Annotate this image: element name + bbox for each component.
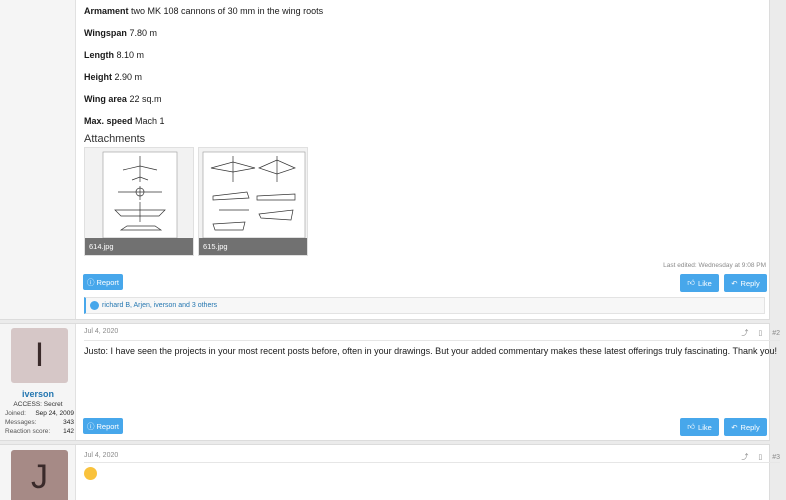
post-date[interactable]: Jul 4, 2020 bbox=[84, 452, 118, 459]
divider bbox=[84, 462, 780, 463]
bookmark-icon[interactable]: ▯ bbox=[758, 329, 762, 337]
attachment-thumb-614[interactable]: 614.jpg bbox=[84, 147, 194, 256]
stat-messages: Messages: 343 bbox=[5, 419, 74, 426]
stat-joined: Joined: Sep 24, 2009 bbox=[5, 410, 74, 417]
like-reaction-icon bbox=[90, 301, 99, 310]
attachment-filename: 614.jpg bbox=[85, 238, 193, 255]
last-edited-note: Last edited: Wednesday at 9:08 PM bbox=[663, 262, 766, 269]
thumbs-up-icon: 👍︎ bbox=[687, 422, 696, 431]
reply-arrow-icon: ↶ bbox=[731, 278, 738, 288]
user-title: ACCESS: Secret bbox=[13, 401, 63, 408]
user-column bbox=[0, 0, 76, 319]
attachment-thumb-615[interactable]: 615.jpg bbox=[198, 147, 308, 256]
report-button[interactable]: ⓘ Report bbox=[83, 418, 123, 434]
spec-row-height: Height 2.90 m bbox=[84, 72, 143, 82]
aircraft-drawing-image bbox=[202, 151, 306, 239]
attachments-title: Attachments bbox=[84, 133, 146, 145]
like-button[interactable]: 👍︎ Like bbox=[680, 418, 719, 436]
bookmark-icon[interactable]: ▯ bbox=[758, 453, 762, 461]
warning-circle-icon: ⓘ bbox=[86, 277, 95, 287]
like-button[interactable]: 👍︎ Like bbox=[680, 274, 719, 292]
divider bbox=[84, 340, 780, 341]
stat-reaction-score: Reaction score: 142 bbox=[5, 428, 74, 435]
reply-arrow-icon: ↶ bbox=[731, 422, 738, 432]
post-tools: ⤴ ▯ #3 bbox=[741, 452, 780, 462]
report-button[interactable]: ⓘ Report bbox=[83, 274, 123, 290]
avatar[interactable]: J bbox=[11, 450, 68, 500]
share-icon[interactable]: ⤴ bbox=[741, 452, 748, 462]
warning-circle-icon: ⓘ bbox=[86, 421, 95, 431]
spec-row-length: Length 8.10 m bbox=[84, 50, 145, 60]
reactions-bar[interactable]: richard B, Arjen, iverson and 3 others bbox=[84, 297, 765, 314]
share-icon[interactable]: ⤴ bbox=[741, 328, 748, 338]
reactions-list[interactable]: richard B, Arjen, iverson and 3 others bbox=[102, 302, 217, 309]
spec-row-wing-area: Wing area 22 sq.m bbox=[84, 94, 162, 104]
spec-row-armament: Armament two MK 108 cannons of 30 mm in … bbox=[84, 6, 324, 16]
attachment-filename: 615.jpg bbox=[199, 238, 307, 255]
reply-button[interactable]: ↶ Reply bbox=[724, 274, 767, 292]
avatar[interactable]: I bbox=[11, 328, 68, 383]
wink-emoji-icon bbox=[84, 467, 97, 480]
spec-row-max-speed: Max. speed Mach 1 bbox=[84, 116, 165, 126]
spec-row-wingspan: Wingspan 7.80 m bbox=[84, 28, 157, 38]
aircraft-drawing-image bbox=[102, 151, 178, 239]
username[interactable]: iverson bbox=[0, 389, 76, 399]
thumbs-up-icon: 👍︎ bbox=[687, 278, 696, 287]
post-date[interactable]: Jul 4, 2020 bbox=[84, 328, 118, 335]
reply-button[interactable]: ↶ Reply bbox=[724, 418, 767, 436]
post-number[interactable]: #2 bbox=[772, 330, 780, 337]
page-gutter bbox=[770, 0, 786, 500]
post-body: Justo: I have seen the projects in your … bbox=[84, 346, 778, 356]
post-number[interactable]: #3 bbox=[772, 454, 780, 461]
post-tools: ⤴ ▯ #2 bbox=[741, 328, 780, 338]
